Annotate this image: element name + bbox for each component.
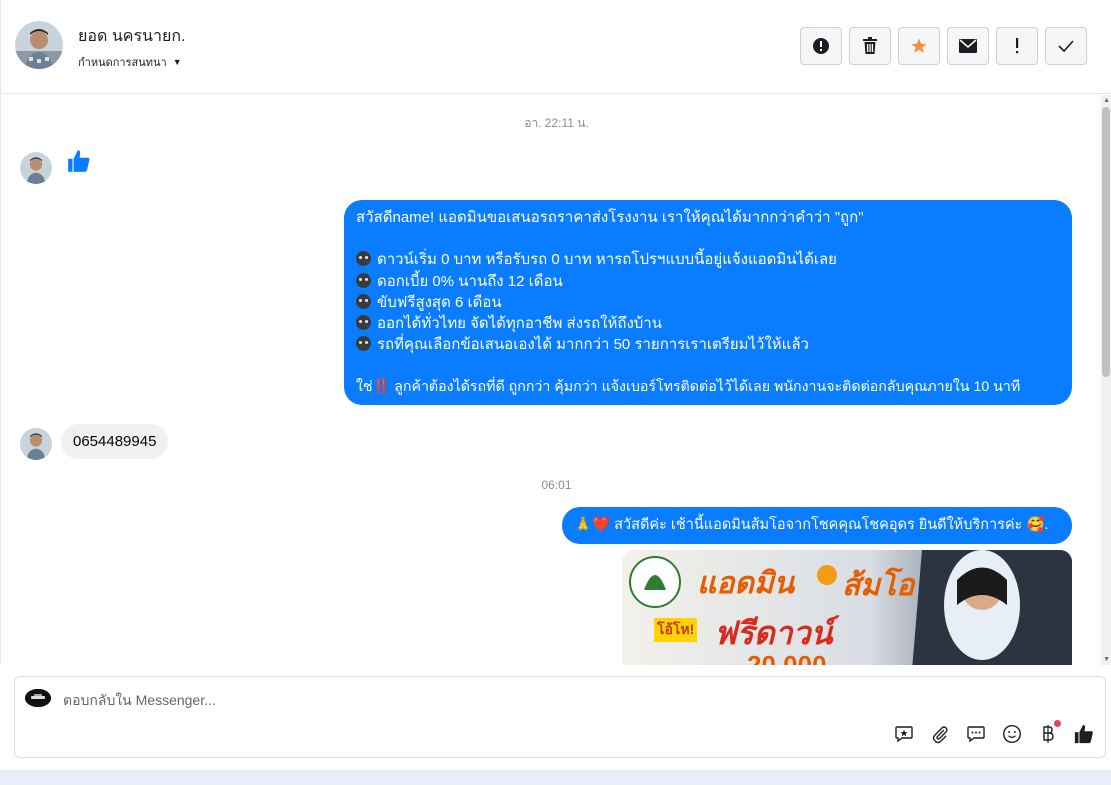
message-line: ออกได้ทั่วไทย จัดได้ทุกอาชีพ ส่งรถให้ถึง… xyxy=(356,313,1060,334)
contact-name[interactable]: ยอด นครนายก. xyxy=(78,24,185,49)
star-button[interactable] xyxy=(898,27,940,65)
message-line xyxy=(356,356,1060,377)
promo-badge: โอ้โห! xyxy=(654,618,698,642)
message-line: รถที่คุณเลือกข้อเสนอเองได้ มากกว่า 50 รา… xyxy=(356,334,1060,355)
message-line: ดาวน์เริ่ม 0 บาท หรือรับรถ 0 บาท หารถโปร… xyxy=(356,249,1060,270)
emoji-face-icon xyxy=(356,272,371,288)
message-line: ใช่‼️ ลูกค้าต้องได้รถที่ดี ถูกกว่า คุ้มก… xyxy=(356,378,1021,395)
promo-admin-name: ส้มโอ xyxy=(842,569,915,602)
message-line: ดอกเบี้ย 0% นานถึง 12 เดือน xyxy=(356,271,1060,292)
alert-circle-icon xyxy=(813,38,829,54)
scroll-down-icon[interactable]: ▼ xyxy=(1103,656,1110,663)
scrollbar-thumb[interactable] xyxy=(1102,107,1110,377)
message-composer xyxy=(14,676,1106,758)
messenger-inbox: ยอด นครนายก. กำหนดการสนทนา ▼ อา. 22:11 น… xyxy=(0,0,1111,785)
delete-button[interactable] xyxy=(849,27,891,65)
saved-reply-icon[interactable] xyxy=(893,723,915,745)
promo-image-attachment[interactable]: แอดมิน ส้มโอ โอ้โห! ฟรีดาวน์ 20,000 xyxy=(622,550,1072,665)
message-timestamp: 06:01 xyxy=(541,478,572,492)
caret-down-icon: ▼ xyxy=(172,57,182,67)
emoji-face-icon xyxy=(356,293,371,309)
outgoing-message-bubble[interactable]: 🙏❤️ สวัสดีค่ะ เช้านี้แอดมินส้มโอจากโชคคุ… xyxy=(562,507,1072,545)
contact-avatar[interactable] xyxy=(15,21,63,69)
trash-icon xyxy=(863,37,877,54)
composer-toolbar xyxy=(893,720,1095,745)
spam-button[interactable] xyxy=(800,27,842,65)
star-icon xyxy=(911,38,927,53)
emoji-face-icon xyxy=(356,251,371,267)
conversation-actions xyxy=(800,27,1087,65)
outgoing-message-bubble[interactable]: สวัสดีname! แอดมินขอเสนอรถราคาส่งโรงงาน … xyxy=(344,200,1072,406)
emoji-face-icon xyxy=(356,336,371,352)
incoming-message-bubble[interactable]: 0654489945 xyxy=(61,424,169,459)
message-thread[interactable]: อา. 22:11 น. สวัสดีname! แอดมินขอเสนอรถร… xyxy=(0,95,1111,665)
message-line: สวัสดีname! แอดมินขอเสนอรถราคาส่งโรงงาน … xyxy=(356,209,864,226)
notification-dot xyxy=(1054,720,1061,727)
attachment-icon[interactable] xyxy=(929,723,951,745)
page-footer-strip xyxy=(0,770,1111,785)
contact-avatar-small[interactable] xyxy=(20,428,52,460)
assign-conversation-dropdown[interactable]: กำหนดการสนทนา ▼ xyxy=(78,53,182,71)
follow-up-button[interactable] xyxy=(996,27,1038,65)
assign-label: กำหนดการสนทนา xyxy=(78,57,167,69)
check-icon xyxy=(1058,40,1074,52)
emoji-face-icon xyxy=(356,315,371,331)
chat-bubbles-icon[interactable] xyxy=(965,723,987,745)
promo-amount: 20,000 xyxy=(747,650,827,665)
scroll-up-icon[interactable]: ▲ xyxy=(1103,97,1110,104)
promo-headline: แอดมิน xyxy=(697,567,795,600)
conversation-header: ยอด นครนายก. กำหนดการสนทนา ▼ xyxy=(0,0,1111,94)
baht-payment-icon[interactable] xyxy=(1037,720,1061,745)
page-avatar xyxy=(25,689,51,707)
message-timestamp: อา. 22:11 น. xyxy=(524,116,589,130)
envelope-icon xyxy=(959,39,977,53)
message-line: ขับฟรีสูงสุด 6 เดือน xyxy=(356,292,1060,313)
thumbs-up-icon[interactable] xyxy=(1073,723,1095,745)
thumbs-up-message-icon xyxy=(66,148,92,179)
contact-avatar-small[interactable] xyxy=(20,152,52,184)
done-button[interactable] xyxy=(1045,27,1087,65)
exclamation-icon xyxy=(1016,38,1019,54)
mark-unread-button[interactable] xyxy=(947,27,989,65)
thread-scrollbar[interactable]: ▲ ▼ xyxy=(1101,95,1111,665)
reply-input[interactable] xyxy=(63,690,863,710)
message-line xyxy=(356,228,1060,249)
emoji-icon[interactable] xyxy=(1001,723,1023,745)
